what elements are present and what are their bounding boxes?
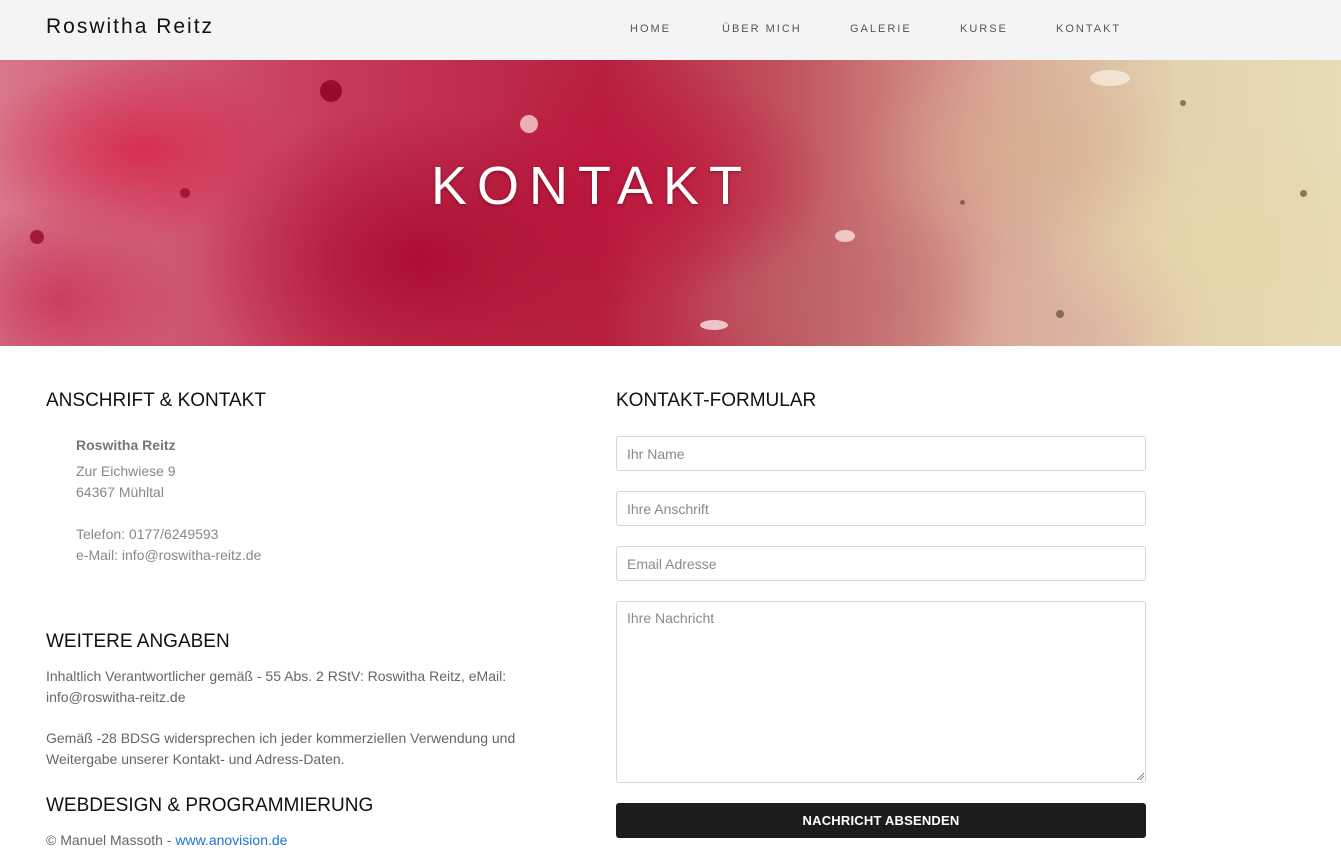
main-nav: HOME ÜBER MICH GALERIE KURSE KONTAKT xyxy=(0,23,1341,37)
email-input[interactable] xyxy=(616,546,1146,581)
address-input[interactable] xyxy=(616,491,1146,526)
paint-splat xyxy=(320,80,342,102)
paint-splat xyxy=(1180,100,1186,106)
contact-heading: ANSCHRIFT & KONTAKT xyxy=(46,390,266,411)
page-title: KONTAKT xyxy=(430,156,752,216)
nav-item-home[interactable]: HOME xyxy=(630,23,671,35)
paint-splat xyxy=(1056,310,1064,318)
nav-item-kontakt[interactable]: KONTAKT xyxy=(1056,23,1121,35)
credit-link[interactable]: www.anovision.de xyxy=(175,832,287,848)
paint-splat xyxy=(30,230,44,244)
webdesign-credit: © Manuel Massoth - www.anovision.de xyxy=(46,832,287,848)
contact-phone: Telefon: 0177/6249593 xyxy=(76,526,219,542)
details-paragraph-responsible: Inhaltlich Verantwortlicher gemäß - 55 A… xyxy=(46,668,507,705)
submit-button[interactable]: NACHRICHT ABSENDEN xyxy=(616,803,1146,838)
hero-banner: KONTAKT xyxy=(0,60,1341,346)
nav-item-galerie[interactable]: GALERIE xyxy=(850,23,912,35)
contact-email: e-Mail: info@roswitha-reitz.de xyxy=(76,547,262,563)
navbar: Roswitha Reitz HOME ÜBER MICH GALERIE KU… xyxy=(0,0,1341,60)
paint-splat xyxy=(835,230,855,242)
details-heading: WEITERE ANGABEN xyxy=(46,631,230,652)
name-input[interactable] xyxy=(616,436,1146,471)
paint-splat xyxy=(700,320,728,330)
credit-text: © Manuel Massoth - xyxy=(46,832,176,848)
paint-splat xyxy=(520,115,538,133)
contact-city: 64367 Mühltal xyxy=(76,484,164,500)
nav-item-kurse[interactable]: KURSE xyxy=(960,23,1008,35)
message-textarea[interactable] xyxy=(616,601,1146,783)
paint-splat xyxy=(1300,190,1307,197)
details-paragraph-privacy: Gemäß -28 BDSG widersprechen ich jeder k… xyxy=(46,730,516,767)
resize-grip-icon[interactable] xyxy=(1136,772,1144,780)
form-heading: KONTAKT-FORMULAR xyxy=(616,390,817,411)
contact-street: Zur Eichwiese 9 xyxy=(76,463,176,479)
nav-item-ueber-mich[interactable]: ÜBER MICH xyxy=(722,23,802,35)
paint-splat xyxy=(1090,70,1130,86)
webdesign-heading: WEBDESIGN & PROGRAMMIERUNG xyxy=(46,795,374,816)
contact-name: Roswitha Reitz xyxy=(76,437,176,453)
